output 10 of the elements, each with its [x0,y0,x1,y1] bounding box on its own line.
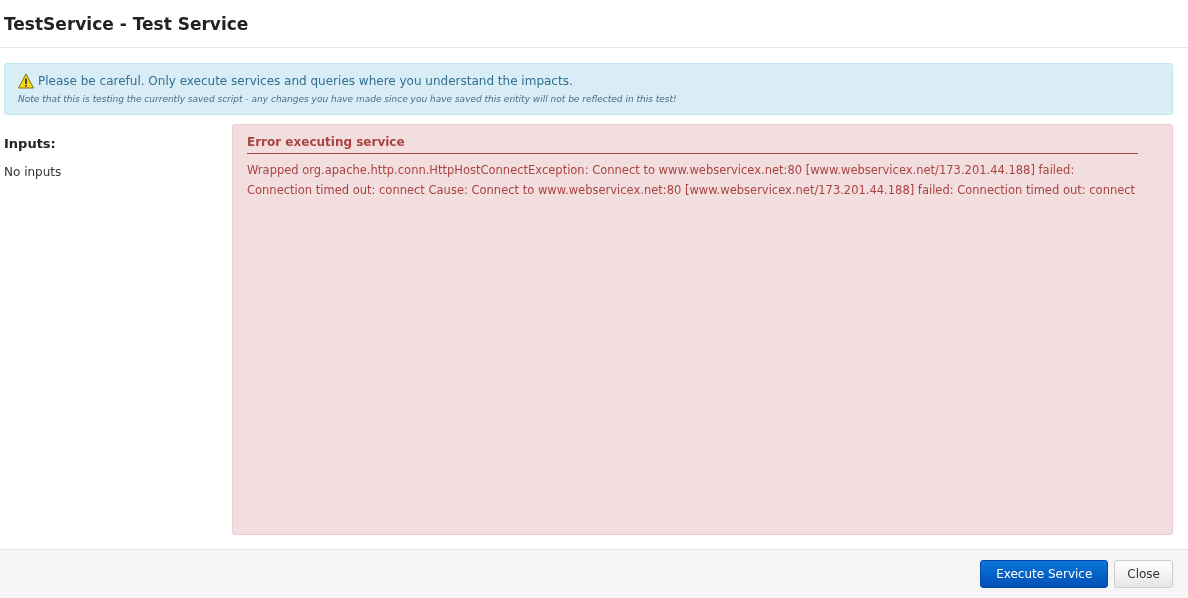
button[interactable]: Execute Service [980,560,1109,588]
error-message: Wrapped org.apache.http.conn.HttpHostConnectException: Connect to www.webservicex.net:80 [www.webservicex.net/173.201.44.188] failed: Connection timed out: connect Cause: Connect to www.webservicex.net:80 [www.webservicex.net/173.201.44.188] failed: Connection timed out: connect [247,162,1137,199]
alert-note: Note that this is testing the currently saved script - any changes you have made since you have saved this entity will not be reflected in this test! [18,94,678,104]
error-title: Error executing service [247,135,1138,154]
warning-icon [18,73,34,89]
no-inputs-text: No inputs [4,165,63,179]
alert-message: Please be careful. Only execute services and queries where you understand the impacts. [38,74,573,88]
dialog-title: TestService - Test Service [4,13,249,34]
inputs-heading: Inputs: [4,136,57,151]
button[interactable]: Close [1114,560,1173,588]
